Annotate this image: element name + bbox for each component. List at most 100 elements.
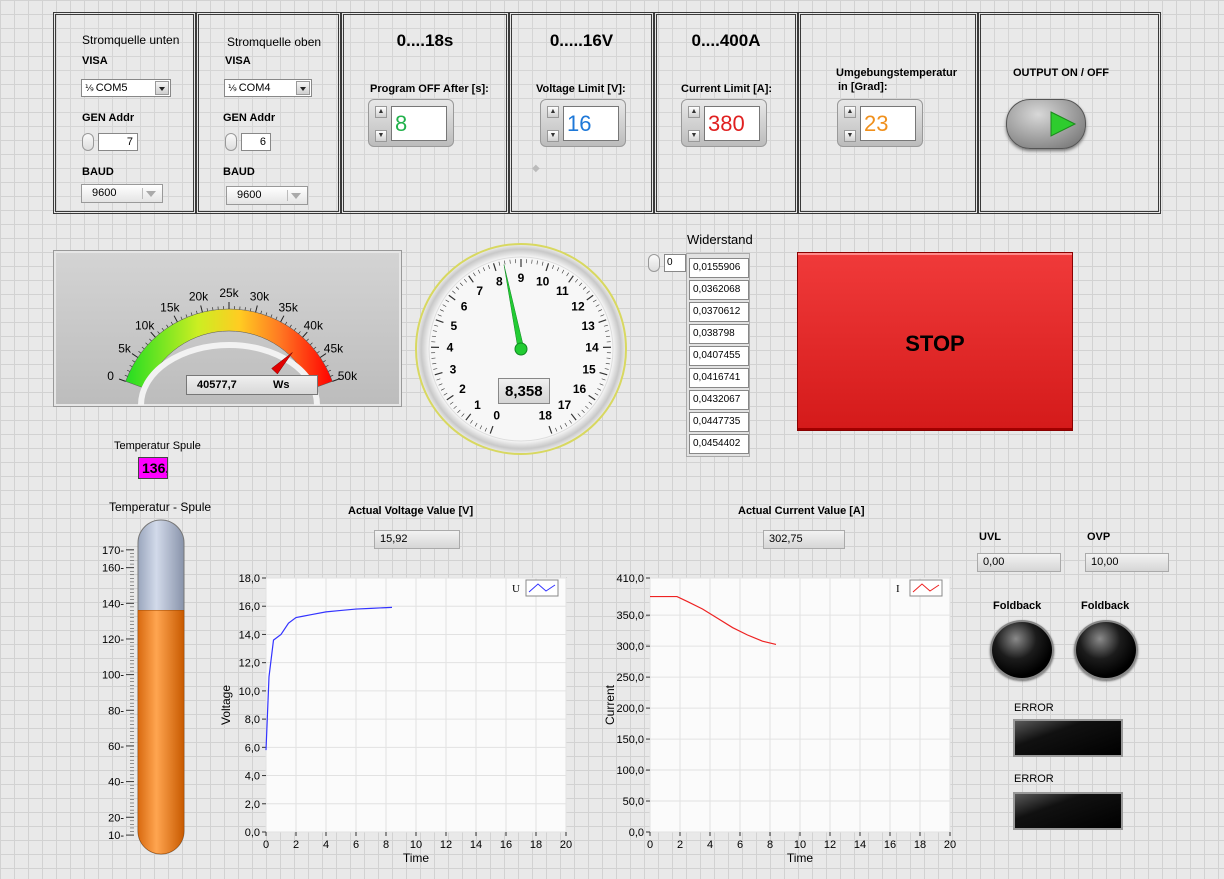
gen-addr-high-value[interactable]: 6 xyxy=(241,133,271,151)
energy-meter-tick-label: 50k xyxy=(338,369,358,383)
baud-high-select[interactable]: 9600 xyxy=(226,186,308,205)
energy-meter-minor-tick xyxy=(265,312,268,316)
increment-icon[interactable]: ▲ xyxy=(375,106,387,118)
energy-meter-tick xyxy=(255,305,258,313)
current-chart-x-tick-label: 2 xyxy=(677,839,683,851)
energy-meter-minor-tick xyxy=(285,321,288,325)
energy-meter: 0 5k 10k 15k 20k 25k 30k 35k 40k 45k 50k 40577,7 W… xyxy=(53,250,402,407)
current-chart-title: Actual Current Value [A] xyxy=(738,505,865,517)
visa-com4-value: COM4 xyxy=(238,82,271,94)
decrement-icon[interactable]: ▼ xyxy=(547,130,559,142)
energy-meter-tick-label: 35k xyxy=(278,301,298,315)
voltage-limit-control[interactable]: ▲ ▼ 16 xyxy=(540,99,626,147)
dropdown-arrow-icon[interactable] xyxy=(142,188,159,199)
current-chart-y-tick-label: 100,0 xyxy=(616,765,644,777)
widerstand-title: Widerstand xyxy=(687,232,753,247)
decrement-icon[interactable]: ▼ xyxy=(688,130,700,142)
chevron-down-icon[interactable] xyxy=(296,81,310,95)
energy-meter-minor-tick xyxy=(289,324,292,328)
energy-meter-tick-label: 0 xyxy=(107,369,114,383)
output-label: OUTPUT ON / OFF xyxy=(1013,67,1109,79)
current-chart-x-tick-label: 18 xyxy=(914,839,926,851)
ovp-display: 10,00 xyxy=(1085,553,1169,572)
voltage-chart-x-tick-label: 10 xyxy=(410,839,422,851)
widerstand-index-value[interactable]: 0 xyxy=(664,254,686,272)
current-chart-y-tick-label: 300,0 xyxy=(616,641,644,653)
voltage-limit-panel: 0.....16V Voltage Limit [V]: ▲ ▼ 16 ◆ xyxy=(509,12,654,214)
ambient-label-line2: in [Grad]: xyxy=(838,81,888,93)
increment-icon[interactable]: ▲ xyxy=(844,106,856,118)
decrement-icon[interactable]: ▼ xyxy=(844,130,856,142)
spinner-icon[interactable] xyxy=(82,133,94,151)
increment-icon[interactable]: ▲ xyxy=(688,106,700,118)
energy-meter-minor-tick xyxy=(157,331,160,334)
energy-meter-minor-tick xyxy=(185,314,188,318)
decrement-icon[interactable]: ▼ xyxy=(375,130,387,142)
widerstand-index-control[interactable]: 0 xyxy=(648,254,686,272)
voltage-limit-value[interactable]: 16 xyxy=(563,106,619,141)
time-gauge-hub xyxy=(514,342,528,356)
energy-meter-minor-tick xyxy=(129,364,133,367)
visa-com4-select[interactable]: ⅑ COM4 xyxy=(224,79,312,97)
voltage-chart-title: Actual Voltage Value [V] xyxy=(348,505,474,517)
voltage-chart-x-tick-label: 2 xyxy=(293,839,299,851)
thermometer-fill xyxy=(137,610,185,855)
voltage-chart-x-tick-label: 20 xyxy=(560,839,572,851)
gen-addr-low-control[interactable]: 7 xyxy=(82,133,140,151)
energy-meter-tick xyxy=(173,315,178,323)
source-high-panel: Stromquelle oben VISA ⅑ COM4 GEN Addr 6 B… xyxy=(196,12,341,214)
energy-meter-tick-label: 10k xyxy=(135,318,155,332)
baud-low-select[interactable]: 9600 xyxy=(81,184,163,203)
output-toggle-button[interactable] xyxy=(1006,99,1086,149)
current-chart-x-tick-label: 8 xyxy=(767,839,773,851)
thermometer-tick-label: 160- xyxy=(102,563,124,575)
current-limit-control[interactable]: ▲ ▼ 380 xyxy=(681,99,767,147)
program-off-value[interactable]: 8 xyxy=(391,106,447,141)
widerstand-cell: 0,0362068 xyxy=(689,280,749,300)
source-low-visa-label: VISA xyxy=(82,55,108,67)
energy-meter-tick-label: 20k xyxy=(189,290,209,304)
chevron-down-icon[interactable] xyxy=(155,81,169,95)
voltage-chart-x-tick-label: 4 xyxy=(323,839,329,851)
thermometer-tick-label: 140- xyxy=(102,598,124,610)
time-gauge-tick-label: 13 xyxy=(581,319,595,333)
ambient-value[interactable]: 23 xyxy=(860,106,916,141)
uvl-value: 0,00 xyxy=(983,556,1005,568)
widerstand-cell: 0,0454402 xyxy=(689,434,749,454)
energy-meter-tick xyxy=(150,331,156,338)
foldback-led-2 xyxy=(1074,620,1138,680)
current-limit-label: Current Limit [A]: xyxy=(681,83,773,95)
increment-icon[interactable]: ▲ xyxy=(547,106,559,118)
widerstand-cell: 0,0370612 xyxy=(689,302,749,322)
current-limit-value[interactable]: 380 xyxy=(704,106,760,141)
program-off-control[interactable]: ▲ ▼ 8 xyxy=(368,99,454,147)
gen-addr-high-control[interactable]: 6 xyxy=(225,133,273,151)
ambient-control[interactable]: ▲ ▼ 23 xyxy=(837,99,923,147)
voltage-chart-x-tick-label: 14 xyxy=(470,839,482,851)
time-gauge-tick-label: 6 xyxy=(461,300,468,314)
time-gauge-tick-label: 3 xyxy=(450,362,457,376)
energy-meter-minor-tick xyxy=(293,327,297,331)
time-gauge-display: 8,358 xyxy=(498,378,550,404)
spinner-icon[interactable] xyxy=(225,133,237,151)
energy-meter-minor-tick xyxy=(309,342,313,346)
energy-meter-display: 40577,7 Ws xyxy=(186,375,318,395)
visa-com5-select[interactable]: ⅑ COM5 xyxy=(81,79,171,97)
source-high-visa-label: VISA xyxy=(225,55,251,67)
voltage-chart-y-tick-label: 16,0 xyxy=(239,601,260,613)
energy-meter-tick xyxy=(200,305,203,313)
current-chart-y-tick-label: 150,0 xyxy=(616,734,644,746)
io-icon: ⅑ xyxy=(228,83,237,93)
gen-addr-low-value[interactable]: 7 xyxy=(98,133,138,151)
energy-meter-minor-tick xyxy=(141,346,145,350)
error-led-1 xyxy=(1013,719,1123,757)
stop-button[interactable]: STOP xyxy=(797,252,1073,431)
foldback-label-1: Foldback xyxy=(993,600,1042,612)
energy-meter-minor-tick xyxy=(190,312,193,316)
time-gauge-tick-label: 16 xyxy=(573,382,587,396)
dropdown-arrow-icon[interactable] xyxy=(287,190,304,201)
spinner-icon[interactable] xyxy=(648,254,660,272)
current-chart-x-tick-label: 6 xyxy=(737,839,743,851)
energy-meter-minor-tick xyxy=(145,342,149,346)
current-chart-y-tick-label: 350,0 xyxy=(616,610,644,622)
